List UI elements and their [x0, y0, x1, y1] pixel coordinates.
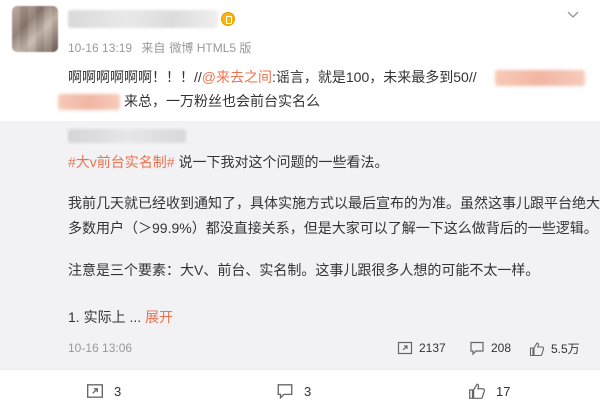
- like-icon: [529, 341, 545, 356]
- post-meta: 10-16 13:19 来自 微博 HTML5 版: [68, 39, 251, 56]
- like-icon: [469, 383, 486, 399]
- ellipsis: ...: [129, 309, 146, 325]
- expand-link[interactable]: 展开: [145, 309, 173, 325]
- repost-para2: 注意是三个要素：大V、前台、实名制。这事儿跟很多人想的可能不太一样。: [68, 262, 540, 278]
- repost-para1-line1: 我前几天就已经收到通知了，具体实施方式以最后宣布的为准。虽然这事儿跟平台绝大: [68, 195, 600, 211]
- post-text-end: :谣言，就是100，未来最多到50//: [272, 69, 477, 85]
- repost-comment-stat[interactable]: 208: [469, 340, 511, 356]
- comment-button[interactable]: 3: [276, 382, 311, 400]
- repost-button[interactable]: 3: [86, 382, 121, 400]
- avatar[interactable]: [12, 6, 58, 52]
- comment-count: 3: [304, 383, 312, 399]
- repost-intro: 说一下我对这个问题的一些看法。: [174, 154, 389, 170]
- repost-comment-count: 208: [491, 341, 512, 355]
- post-time[interactable]: 10-16 13:19: [68, 41, 132, 55]
- reposted-content[interactable]: #大v前台实名制# 说一下我对这个问题的一些看法。 我前几天就已经收到通知了，具…: [0, 121, 600, 369]
- original-author-redacted[interactable]: [68, 129, 186, 143]
- post-text-line-2: 来总，一万粉丝也会前台实名么: [124, 93, 320, 109]
- comment-icon: [277, 384, 293, 400]
- source-prefix: 来自: [141, 41, 166, 55]
- comment-icon: [470, 341, 484, 356]
- repost-para3: 1. 实际上 ... 展开: [68, 307, 173, 327]
- post-text-start: 啊啊啊啊啊啊！！！//: [68, 69, 202, 85]
- verified-badge-icon: [221, 12, 235, 26]
- repost-line-1: #大v前台实名制# 说一下我对这个问题的一些看法。: [68, 152, 388, 172]
- repost-time[interactable]: 10-16 13:06: [68, 341, 132, 355]
- redacted-mention-1[interactable]: [495, 70, 585, 86]
- like-count: 17: [496, 383, 511, 399]
- repost-icon: [397, 341, 413, 355]
- repost-para3-text: 1. 实际上: [68, 309, 130, 325]
- like-button[interactable]: 17: [468, 382, 510, 400]
- repost-repost-stat[interactable]: 2137: [397, 340, 446, 356]
- weibo-post-card: 10-16 13:19 来自 微博 HTML5 版 啊啊啊啊啊啊！！！//@来去之…: [0, 0, 600, 412]
- chevron-down-icon[interactable]: [566, 8, 580, 22]
- redacted-mention-2[interactable]: [58, 94, 120, 110]
- mention-link[interactable]: @来去之间: [202, 69, 272, 85]
- repost-like-count: 5.5万: [551, 342, 580, 356]
- repost-repost-count: 2137: [419, 341, 446, 355]
- repost-count: 3: [114, 383, 122, 399]
- repost-para1-line2: 多数用户（＞99.9%）都没直接关系，但是大家可以了解一下这么做背后的一些逻辑。: [68, 220, 598, 236]
- post-source: 微博 HTML5 版: [169, 41, 252, 55]
- hashtag-link[interactable]: #大v前台实名制#: [68, 154, 175, 170]
- username-redacted[interactable]: [68, 10, 218, 28]
- post-text-line-1: 啊啊啊啊啊啊！！！//@来去之间:谣言，就是100，未来最多到50//: [68, 67, 477, 87]
- repost-like-stat[interactable]: 5.5万: [529, 340, 580, 357]
- repost-icon: [87, 384, 103, 398]
- divider: [0, 369, 600, 370]
